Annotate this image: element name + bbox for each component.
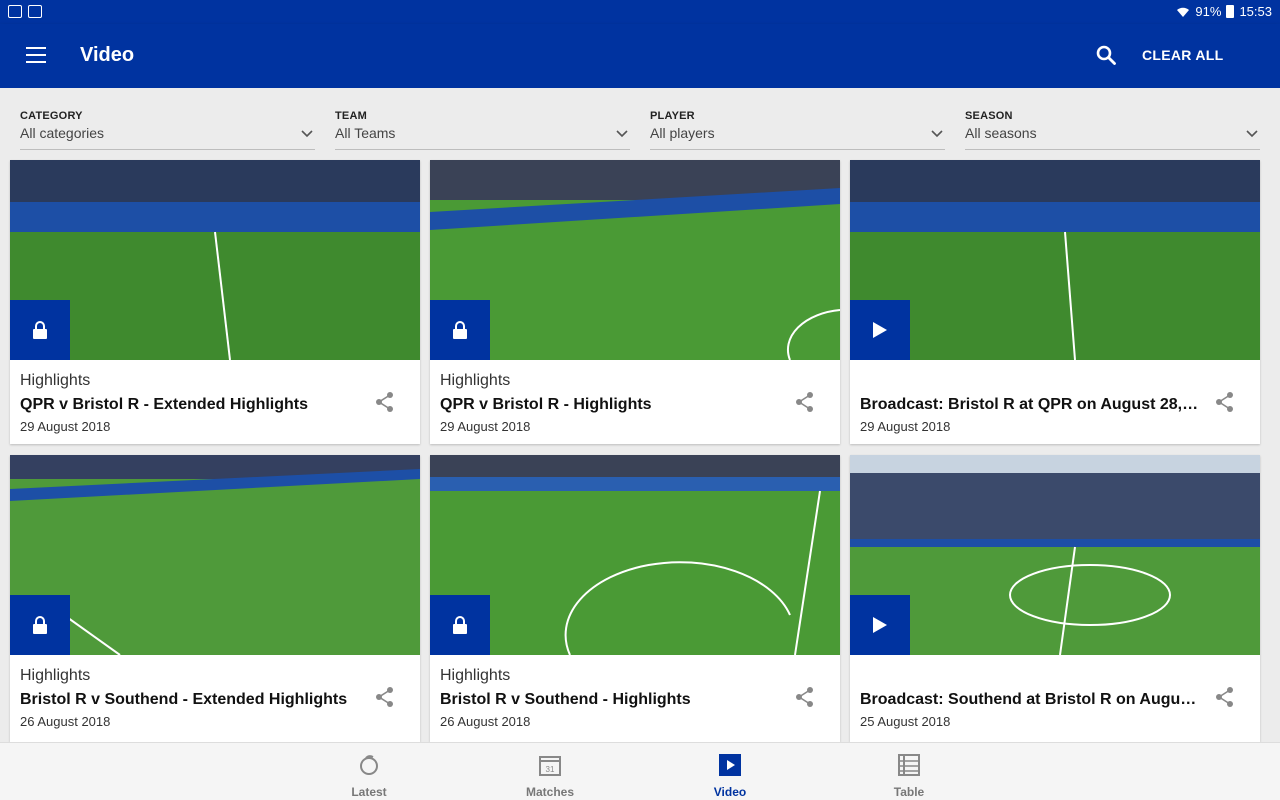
video-title[interactable]: Bristol R v Southend - Highlights — [440, 691, 780, 709]
wifi-icon — [1177, 7, 1190, 17]
video-category: Highlights — [20, 667, 91, 684]
video-thumbnail[interactable] — [850, 455, 1260, 655]
play-badge — [850, 300, 910, 360]
video-thumbnail[interactable] — [430, 160, 840, 360]
video-title[interactable]: QPR v Bristol R - Extended Highlights — [20, 396, 360, 414]
lock-icon — [33, 321, 47, 339]
filter-value: All seasons — [965, 125, 1037, 141]
lock-icon — [453, 616, 467, 634]
battery-percent: 91% — [1195, 4, 1222, 19]
chevron-down-icon — [931, 130, 943, 138]
bottom-navigation: Latest 31 Matches Video Table — [0, 742, 1280, 800]
share-icon[interactable] — [794, 686, 816, 708]
play-icon — [873, 617, 887, 633]
season-filter[interactable]: SEASON All seasons — [965, 110, 1260, 150]
video-thumbnail[interactable] — [430, 455, 840, 655]
share-icon[interactable] — [374, 686, 396, 708]
video-date: 29 August 2018 — [860, 419, 951, 434]
play-badge — [850, 595, 910, 655]
calendar-icon: 31 — [539, 756, 561, 776]
share-icon[interactable] — [374, 391, 396, 413]
page-title: Video — [80, 44, 135, 66]
video-card[interactable]: Broadcast: Southend at Bristol R on Augu… — [850, 455, 1260, 742]
clear-all-button[interactable]: CLEAR ALL — [1142, 47, 1224, 63]
team-filter[interactable]: TEAM All Teams — [335, 110, 630, 150]
share-icon[interactable] — [1214, 391, 1236, 413]
video-date: 29 August 2018 — [440, 419, 531, 434]
nav-label: Video — [713, 785, 747, 799]
filter-value: All players — [650, 125, 715, 141]
nav-video[interactable]: Video — [670, 743, 790, 800]
video-title[interactable]: Bristol R v Southend - Extended Highligh… — [20, 691, 360, 709]
video-category: Highlights — [440, 667, 511, 684]
clock: 15:53 — [1239, 4, 1272, 19]
video-title[interactable]: Broadcast: Southend at Bristol R on Augu… — [860, 691, 1200, 709]
filter-label: TEAM — [335, 110, 367, 122]
video-date: 25 August 2018 — [860, 714, 951, 729]
play-icon — [873, 322, 887, 338]
calendar-day: 31 — [546, 765, 555, 774]
video-thumbnail[interactable] — [10, 160, 420, 360]
player-filter[interactable]: PLAYER All players — [650, 110, 945, 150]
menu-icon[interactable] — [26, 47, 46, 63]
nav-table[interactable]: Table — [849, 743, 969, 800]
lock-badge — [10, 595, 70, 655]
nav-label: Table — [893, 785, 925, 799]
video-thumbnail[interactable] — [850, 160, 1260, 360]
lock-badge — [430, 300, 490, 360]
nav-matches[interactable]: 31 Matches — [490, 743, 610, 800]
share-icon[interactable] — [794, 391, 816, 413]
video-category: Highlights — [440, 372, 511, 389]
lock-icon — [33, 616, 47, 634]
nav-label: Latest — [351, 785, 387, 799]
video-category: Highlights — [20, 372, 91, 389]
video-card[interactable]: Highlights Bristol R v Southend - Highli… — [430, 455, 840, 742]
chevron-down-icon — [301, 130, 313, 138]
lock-icon — [453, 321, 467, 339]
video-title[interactable]: QPR v Bristol R - Highlights — [440, 396, 780, 414]
share-icon[interactable] — [1214, 686, 1236, 708]
video-card[interactable]: Highlights QPR v Bristol R - Extended Hi… — [10, 160, 420, 444]
chevron-down-icon — [616, 130, 628, 138]
video-title[interactable]: Broadcast: Bristol R at QPR on August 28… — [860, 396, 1200, 414]
lock-badge — [430, 595, 490, 655]
filter-value: All Teams — [335, 125, 396, 141]
filter-label: CATEGORY — [20, 110, 83, 122]
chevron-down-icon — [1246, 130, 1258, 138]
video-card[interactable]: Broadcast: Bristol R at QPR on August 28… — [850, 160, 1260, 444]
app-bar: Video CLEAR ALL — [0, 24, 1280, 88]
video-thumbnail[interactable] — [10, 455, 420, 655]
category-filter[interactable]: CATEGORY All categories — [20, 110, 315, 150]
video-date: 26 August 2018 — [20, 714, 111, 729]
screenshot-notification-icon — [28, 5, 42, 18]
filter-label: PLAYER — [650, 110, 695, 122]
ball-icon — [360, 755, 378, 775]
lock-badge — [10, 300, 70, 360]
filter-bar: CATEGORY All categories TEAM All Teams P… — [0, 88, 1280, 156]
gallery-notification-icon — [8, 5, 22, 18]
video-card[interactable]: Highlights Bristol R v Southend - Extend… — [10, 455, 420, 742]
status-bar: 91% 15:53 — [0, 0, 1280, 24]
search-icon[interactable] — [1096, 45, 1116, 65]
filter-label: SEASON — [965, 110, 1013, 122]
filter-value: All categories — [20, 125, 105, 141]
nav-latest[interactable]: Latest — [309, 743, 429, 800]
nav-label: Matches — [525, 785, 575, 799]
table-icon — [898, 754, 920, 776]
video-date: 29 August 2018 — [20, 419, 111, 434]
video-icon — [719, 754, 741, 776]
video-date: 26 August 2018 — [440, 714, 531, 729]
battery-icon — [1226, 5, 1235, 18]
video-card[interactable]: Highlights QPR v Bristol R - Highlights … — [430, 160, 840, 444]
